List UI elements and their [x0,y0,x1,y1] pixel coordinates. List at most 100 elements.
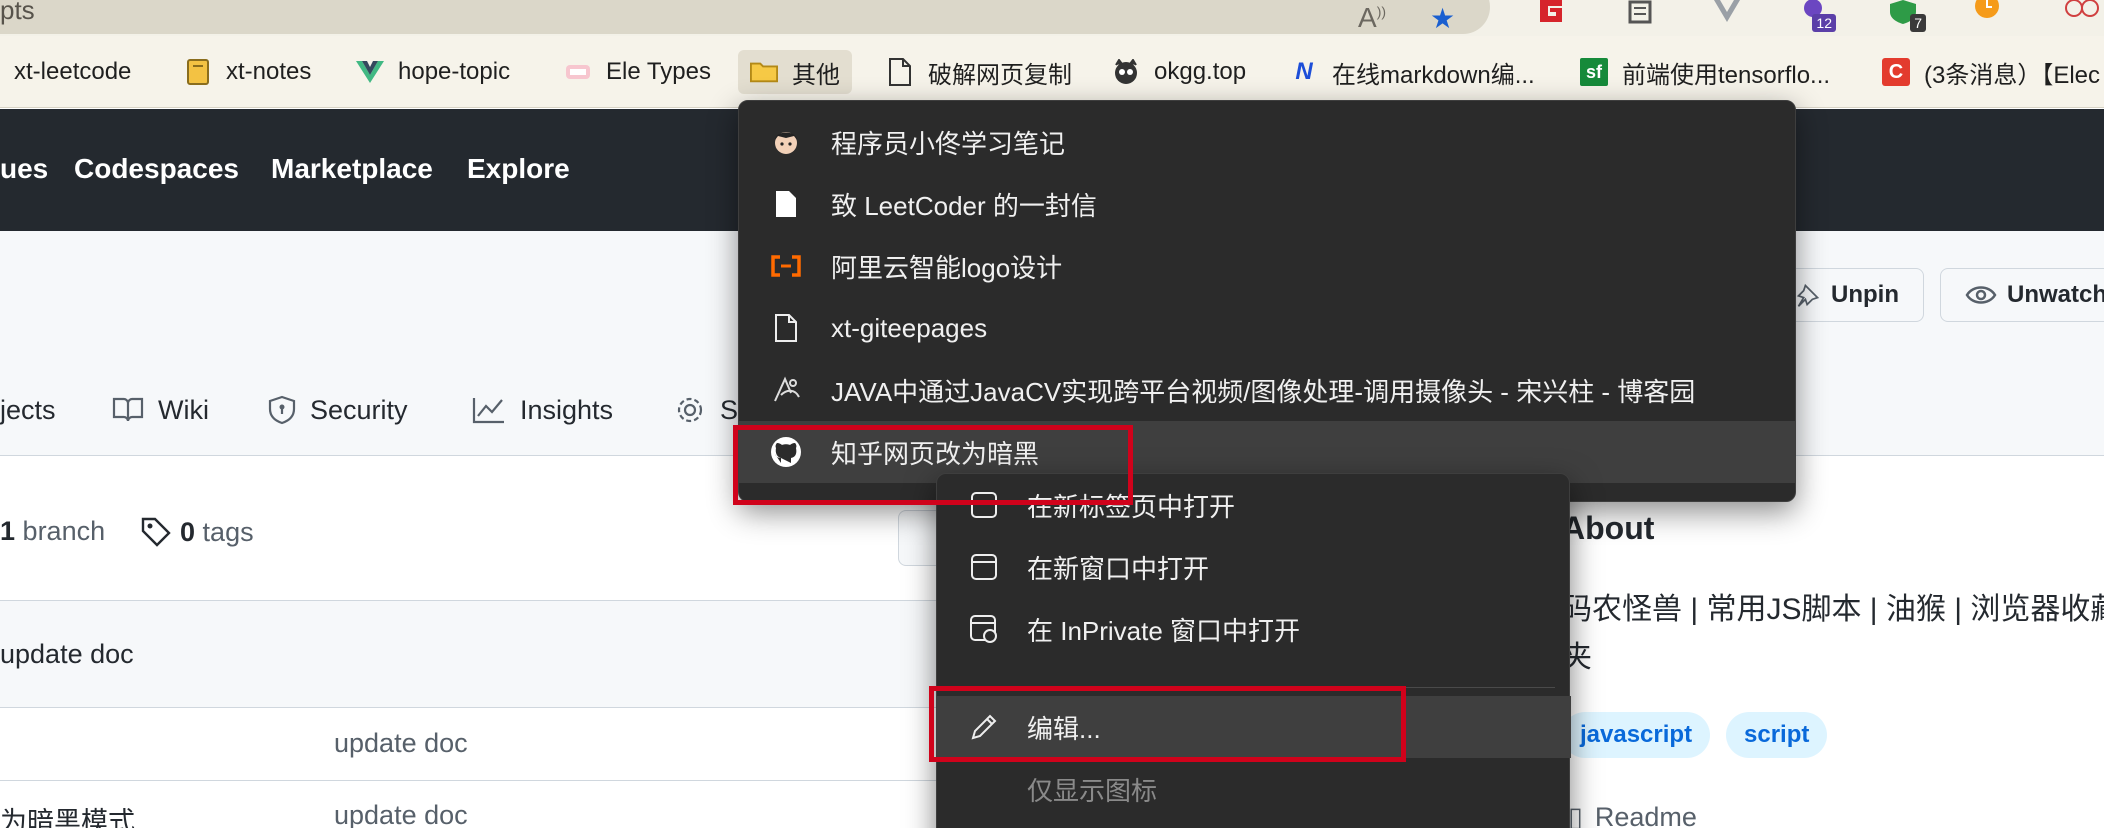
cat-icon [1112,58,1140,86]
bookmark-label: 破解网页复制 [928,61,1072,89]
nav-codespaces[interactable]: Codespaces [74,153,239,185]
aliyun-icon [769,249,803,283]
tab-label: Wiki [158,394,209,425]
context-separator [953,687,1555,688]
shield-icon [268,395,296,425]
row-commit-message[interactable]: update doc [334,800,468,828]
grammarly-extension-icon[interactable] [1536,0,1566,24]
folder-item-label: xt-giteepages [831,312,988,343]
nav-issues[interactable]: ues [0,153,48,185]
csdn-icon: C [1882,58,1910,86]
about-title: About [1562,510,1655,546]
page-icon [769,311,803,345]
shield-extension-icon[interactable]: 7 [1888,0,1926,32]
tab-settings[interactable]: S [674,388,738,432]
sf-icon: sf [1580,58,1608,86]
bookmark-folder-other[interactable]: 其他 [738,50,852,94]
bookmark-label: xt-notes [226,58,312,85]
folder-item-label: 知乎网页改为暗黑 [831,438,1040,469]
latest-commit-message[interactable]: update doc [0,639,134,670]
folder-item-label: 致 LeetCoder 的一封信 [831,190,1097,221]
folder-item-javacv-article[interactable]: JAVA中通过JavaCV实现跨平台视频/图像处理-调用摄像头 - 宋兴柱 - … [739,359,1795,421]
new-tab-icon [967,488,1001,522]
topic-javascript[interactable]: javascript [1562,712,1711,758]
empty-icon-slot [967,772,1001,806]
github-icon [769,435,803,469]
bookmark-context-menu: 在新标签页中打开 在新窗口中打开 在 InPrivate 窗口中打开 编辑...… [936,473,1571,828]
bookmark-crack-copy[interactable]: 破解网页复制 [886,50,1072,94]
tab-security[interactable]: Security [268,388,408,432]
tag-count[interactable]: 0 tags [140,516,254,548]
bookmarks-bar: xt-leetcode xt-notes hope-topic Ele Type… [0,36,2104,108]
tab-wiki[interactable]: Wiki [112,388,209,432]
page-icon [769,187,803,221]
extension-badge: 12 [1812,14,1836,32]
branch-label: branch [22,516,106,546]
bookmark-label: 前端使用tensorflo... [1622,61,1831,89]
tab-label: Security [310,394,408,425]
open-in-new-window-item[interactable]: 在新窗口中打开 [937,536,1571,598]
extension-badge: 7 [1910,14,1926,32]
edit-item[interactable]: 编辑... [937,696,1571,758]
readme-link[interactable]: ▯ Readme [1568,802,1697,828]
eye-icon [1965,286,1997,304]
read-aloud-icon[interactable]: A)) [1358,2,1386,34]
nav-marketplace[interactable]: Marketplace [271,153,433,185]
nav-explore[interactable]: Explore [467,153,570,185]
inprivate-icon [967,612,1001,646]
tab-label: S [720,394,739,425]
open-in-inprivate-item[interactable]: 在 InPrivate 窗口中打开 [937,598,1571,660]
bookmark-folder-menu: 程序员小佟学习笔记 致 LeetCoder 的一封信 阿里云智能logo设计 x… [738,100,1796,502]
row-file-name[interactable]: 为暗黑模式 [0,800,135,828]
clock-extension-icon[interactable] [1972,0,2002,24]
vue-devtools-extension-icon[interactable] [1712,0,1742,24]
puzzle-extension-icon[interactable]: 12 [1798,0,1836,32]
bookmark-label: 其他 [792,61,840,89]
row-commit-message[interactable]: update doc [334,728,468,759]
topic-script[interactable]: script [1726,712,1828,758]
unwatch-button[interactable]: Unwatch [1940,268,2104,322]
tab-label: Insights [520,394,614,425]
tab-projects[interactable]: jects [0,388,56,432]
notes-extension-icon[interactable] [1626,0,1656,24]
favorite-star-icon[interactable]: ★ [1430,2,1455,35]
folder-item-aliyun-logo[interactable]: 阿里云智能logo设计 [739,235,1795,297]
bookmark-markdown-editor[interactable]: N 在线markdown编... [1290,50,1535,94]
folder-item-xt-notes-site[interactable]: 程序员小佟学习笔记 [739,111,1795,173]
bookmark-label: Ele Types [606,58,711,85]
branch-number: 1 [0,516,16,546]
cnblogs-icon [769,373,803,407]
folder-item-leetcoder-letter[interactable]: 致 LeetCoder 的一封信 [739,173,1795,235]
bookmark-label: xt-leetcode [14,58,132,85]
pin-icon [1796,283,1820,307]
bookmark-label: 在线markdown编... [1332,61,1535,89]
url-field[interactable] [0,0,1490,34]
bookmark-hope-topic[interactable]: hope-topic [356,50,510,94]
readme-label: Readme [1594,802,1697,828]
unwatch-label: Unwatch [2007,281,2104,308]
mascot-extension-icon[interactable] [2062,0,2099,24]
branch-count[interactable]: 1 branch [0,516,105,547]
url-text[interactable]: pts [0,0,35,23]
graph-icon [472,398,504,424]
about-description: 码农怪兽 | 常用JS脚本 | 油猴 | 浏览器收藏夹 [1562,593,2104,674]
page-icon [886,58,914,86]
unpin-label: Unpin [1831,281,1899,308]
ele-icon [564,58,592,86]
show-icon-only-item[interactable]: 仅显示图标 [937,758,1571,820]
folder-item-label: JAVA中通过JavaCV实现跨平台视频/图像处理-调用摄像头 - 宋兴柱 - … [831,376,1696,407]
bookmark-xt-leetcode[interactable]: xt-leetcode [0,50,131,94]
bookmark-label: (3条消息）【Elec [1924,61,2101,89]
tab-insights[interactable]: Insights [472,388,613,432]
tag-number: 0 [180,516,196,547]
bookmark-tensorflow[interactable]: sf 前端使用tensorflo... [1580,50,1830,94]
bookmark-ele-types[interactable]: Ele Types [564,50,711,94]
bookmark-csdn[interactable]: C (3条消息）【Elec [1882,50,2100,94]
bookmark-okgg[interactable]: okgg.top [1112,50,1246,94]
open-in-new-tab-item[interactable]: 在新标签页中打开 [937,474,1571,536]
folder-item-xt-giteepages[interactable]: xt-giteepages [739,297,1795,359]
folder-item-label: 阿里云智能logo设计 [831,252,1063,283]
bookmark-xt-notes[interactable]: xt-notes [184,50,311,94]
context-item-label: 编辑... [1027,713,1101,744]
tag-label: tags [202,516,254,547]
